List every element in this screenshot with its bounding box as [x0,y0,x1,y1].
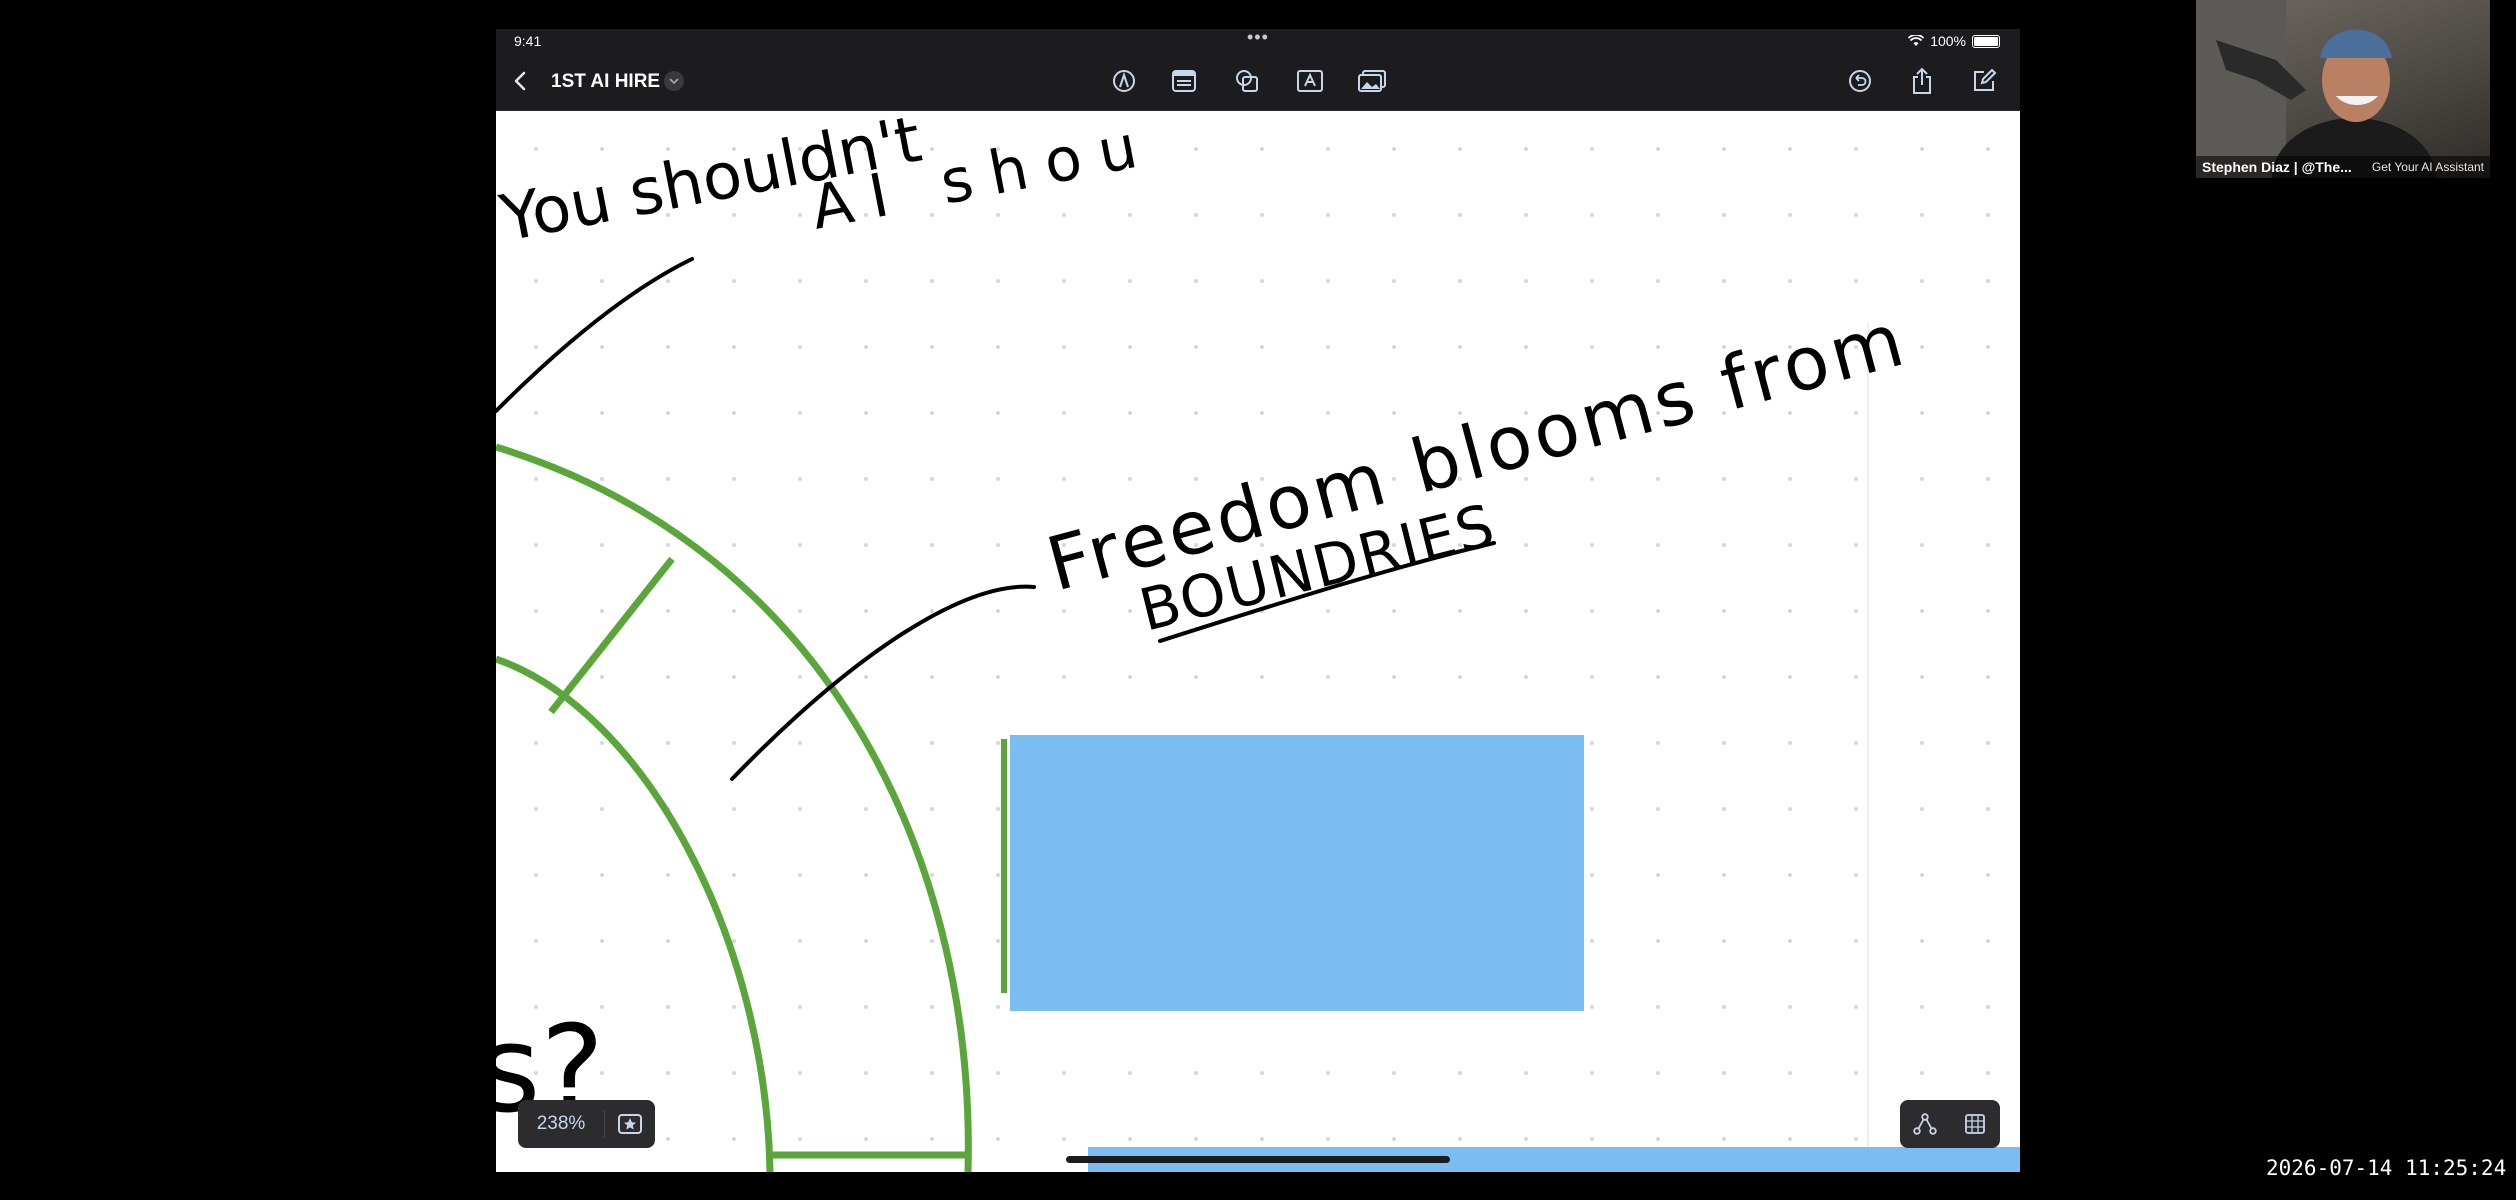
pen-tool-button[interactable] [1106,63,1142,99]
text-tool-button[interactable] [1292,63,1328,99]
status-time: 9:41 [514,33,542,49]
shapes-icon [1236,70,1258,92]
share-button[interactable] [1904,63,1940,99]
compose-button[interactable] [1966,63,2002,99]
undo-circle-icon [1849,70,1871,92]
webcam-nameplate: Stephen Diaz | @The... Get Your AI Assis… [2196,156,2490,178]
battery-percent: 100% [1930,33,1966,49]
star-icon [618,1114,642,1134]
document-title[interactable]: 1ST AI HIRE [551,71,660,93]
media-tool-button[interactable] [1354,63,1390,99]
photo-icon [1358,70,1386,92]
chevron-left-icon [514,71,526,91]
toolbar: 1ST AI HIRE [496,53,2020,111]
text-lines-icon [1172,70,1196,92]
grid-icon [1965,1114,1985,1134]
presenter-video [2196,0,2436,178]
text-frame-icon [1297,70,1323,92]
undo-button[interactable] [1842,63,1878,99]
connector-icon [1913,1113,1937,1135]
ink-stroke-top [496,257,694,413]
title-menu-button[interactable] [664,71,684,91]
zoom-control[interactable]: 238% [518,1100,655,1148]
presenter-caption: Get Your AI Assistant [2371,160,2484,174]
presenter-name: Stephen Diaz | @The... [2202,159,2352,175]
chevron-down-icon [669,77,679,84]
wifi-icon [1908,35,1925,46]
compose-icon [1974,68,1997,91]
grid-toggle-button[interactable] [1950,1100,2000,1148]
back-button[interactable] [502,63,538,99]
canvas-tools [1900,1100,2000,1148]
home-indicator[interactable] [1066,1156,1450,1163]
status-bar: 9:41 ••• 100% [496,29,2020,53]
drawing-layer: You shouldn't AI shou Freedom blooms fro… [496,111,2020,1172]
webcam-overlay: Stephen Diaz | @The... Get Your AI Assis… [2196,0,2490,178]
blue-sticky-rect [1010,735,1584,1011]
recording-timestamp: 2026-07-14 11:25:24 [2266,1156,2507,1180]
pen-circle-icon [1113,70,1135,92]
multitasking-dots-icon[interactable]: ••• [1247,29,1269,48]
connectors-button[interactable] [1900,1100,1950,1148]
zoom-level[interactable]: 238% [518,1113,604,1135]
text-box-tool-button[interactable] [1166,63,1202,99]
shapes-tool-button[interactable] [1229,63,1265,99]
green-divider-1 [548,556,675,715]
battery-icon [1972,34,2000,48]
favorite-view-button[interactable] [605,1100,655,1148]
share-icon [1913,67,1931,94]
ipad-screen: 9:41 ••• 100% 1ST AI HIRE You shouldn't … [496,29,2020,1172]
status-right: 100% [1908,33,2000,49]
ink-stroke-middle [730,584,1036,781]
freeform-canvas[interactable]: You shouldn't AI shou Freedom blooms fro… [496,111,2020,1172]
